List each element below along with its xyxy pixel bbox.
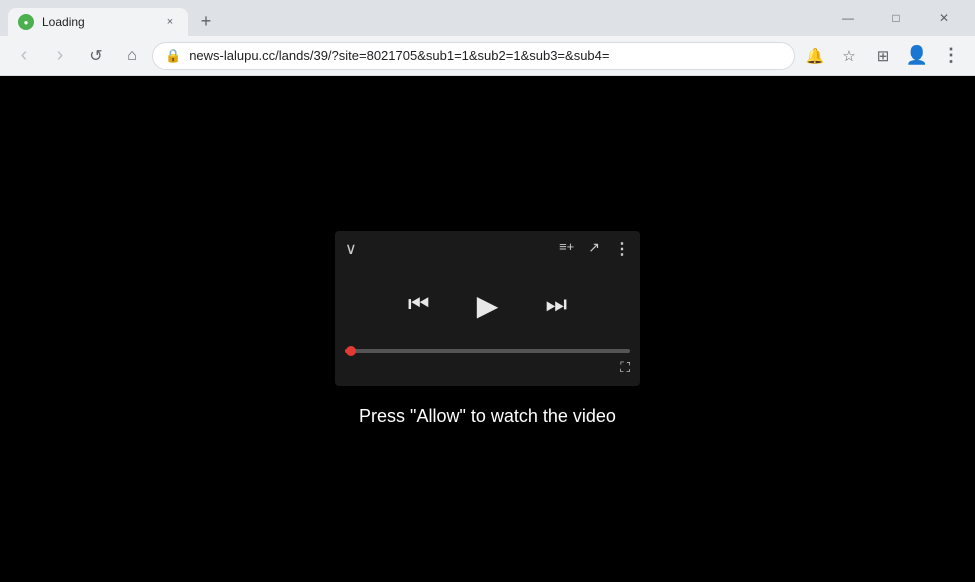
profile-button[interactable]: 👤 (901, 40, 933, 72)
toolbar: ‹ › ↺ ⌂ 🔒 news-lalupu.cc/lands/39/?site=… (0, 36, 975, 76)
tab-title: Loading (42, 15, 154, 29)
new-tab-button[interactable]: + (192, 7, 220, 35)
caption-text: Press "Allow" to watch the video (359, 406, 616, 427)
window-controls: — □ ✕ (825, 4, 967, 32)
bookmark-button[interactable]: ☆ (833, 40, 865, 72)
player-bottom: ⛶ (335, 343, 640, 386)
tab-favicon: ● (18, 14, 34, 30)
player-top-bar: ∨ ≡+ ↗ ⋮ (335, 231, 640, 267)
bookmark-icon: ☆ (842, 47, 855, 65)
page-content: ∨ ≡+ ↗ ⋮ ⏮ ▶ ⏭ ⛶ Press "Allow" to wat (0, 76, 975, 582)
menu-icon: ⋮ (942, 45, 960, 66)
home-button[interactable]: ⌂ (116, 40, 148, 72)
tab-close-button[interactable]: × (162, 14, 178, 30)
add-to-queue-icon[interactable]: ≡+ (559, 239, 574, 259)
maximize-button[interactable]: □ (873, 4, 919, 32)
profile-icon: 👤 (906, 45, 928, 66)
toolbar-actions: 🔔 ☆ ⊞ 👤 ⋮ (799, 40, 967, 72)
window-close-button[interactable]: ✕ (921, 4, 967, 32)
mute-icon: 🔔 (806, 47, 825, 65)
chevron-down-icon[interactable]: ∨ (345, 239, 357, 259)
back-button[interactable]: ‹ (8, 40, 40, 72)
player-top-right: ≡+ ↗ ⋮ (559, 239, 630, 259)
lock-icon: 🔒 (165, 48, 181, 64)
player-top-left: ∨ (345, 239, 357, 259)
player-bottom-controls: ⛶ (345, 359, 630, 376)
more-options-icon[interactable]: ⋮ (614, 239, 630, 259)
video-player: ∨ ≡+ ↗ ⋮ ⏮ ▶ ⏭ ⛶ (335, 231, 640, 386)
share-icon[interactable]: ↗ (588, 239, 600, 259)
player-main: ⏮ ▶ ⏭ (335, 267, 640, 343)
next-track-button[interactable]: ⏭ (546, 291, 568, 319)
progress-bar[interactable] (345, 349, 630, 353)
titlebar: ● Loading × + — □ ✕ (0, 0, 975, 36)
fullscreen-icon[interactable]: ⛶ (620, 359, 630, 376)
minimize-button[interactable]: — (825, 4, 871, 32)
tab-strip: ● Loading × + (8, 0, 817, 36)
extensions-icon: ⊞ (877, 47, 890, 65)
reload-button[interactable]: ↺ (80, 40, 112, 72)
play-button[interactable]: ▶ (470, 287, 506, 323)
address-bar[interactable]: 🔒 news-lalupu.cc/lands/39/?site=8021705&… (152, 42, 795, 70)
forward-button[interactable]: › (44, 40, 76, 72)
menu-button[interactable]: ⋮ (935, 40, 967, 72)
address-text: news-lalupu.cc/lands/39/?site=8021705&su… (189, 48, 782, 63)
active-tab[interactable]: ● Loading × (8, 8, 188, 36)
progress-thumb (346, 346, 356, 356)
previous-track-button[interactable]: ⏮ (408, 291, 430, 319)
extensions-button[interactable]: ⊞ (867, 40, 899, 72)
mute-button[interactable]: 🔔 (799, 40, 831, 72)
